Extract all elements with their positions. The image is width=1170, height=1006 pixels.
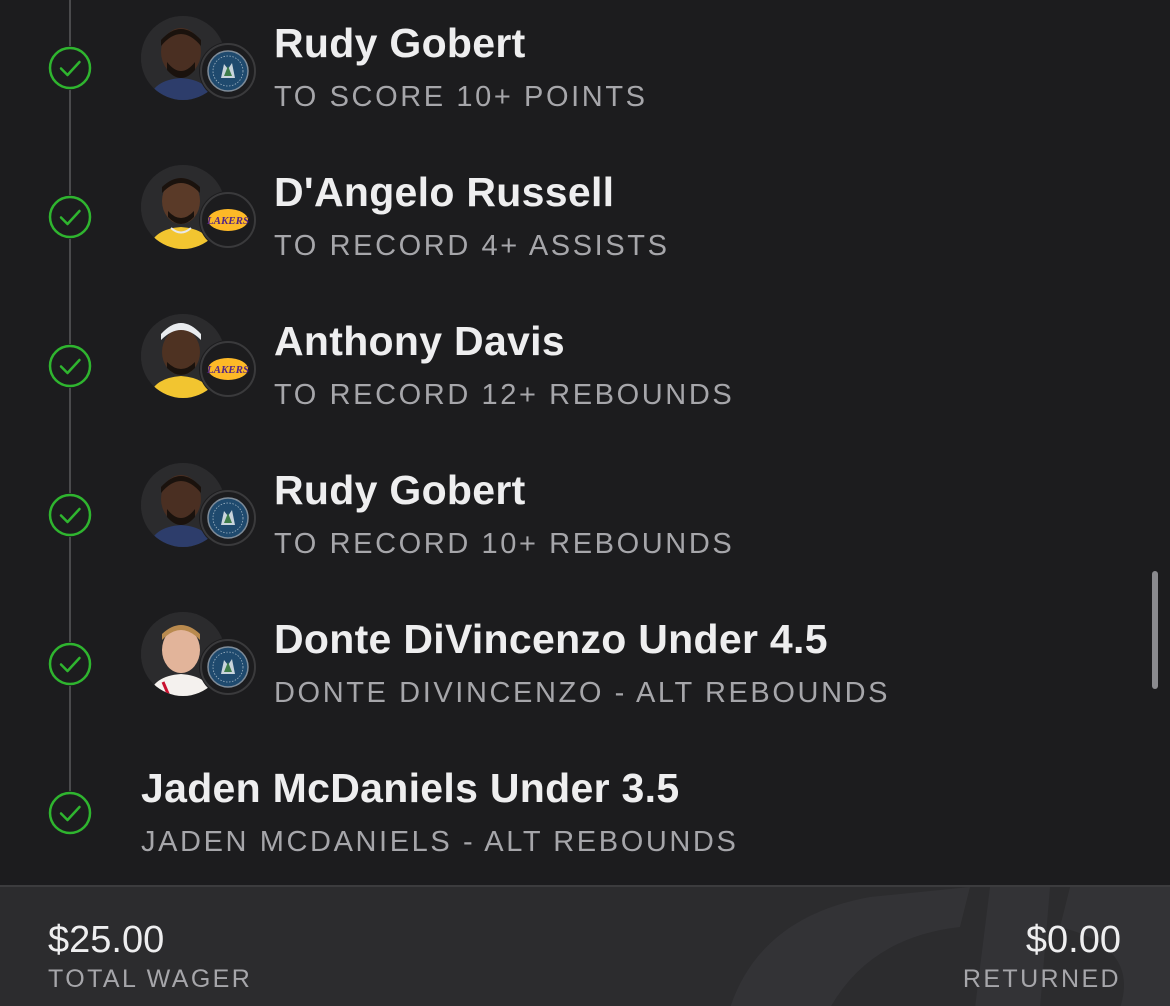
check-circle-icon bbox=[48, 344, 92, 388]
returned-label: RETURNED bbox=[962, 965, 1121, 993]
leg-subtitle: TO SCORE 10+ POINTS bbox=[274, 81, 648, 113]
parlay-leg[interactable]: Rudy Gobert TO RECORD 10+ REBOUNDS bbox=[0, 447, 1140, 587]
parlay-leg[interactable]: Rudy Gobert TO SCORE 10+ POINTS bbox=[0, 0, 1140, 140]
total-wager-label: TOTAL WAGER bbox=[48, 965, 253, 993]
bet-summary-footer: $25.00 TOTAL WAGER $0.00 RETURNED bbox=[0, 885, 1170, 1006]
leg-title: Rudy Gobert bbox=[274, 467, 526, 513]
leg-subtitle: TO RECORD 12+ REBOUNDS bbox=[274, 379, 735, 411]
timberwolves-logo-icon bbox=[199, 638, 257, 696]
timberwolves-logo-icon bbox=[199, 42, 257, 100]
leg-title: Donte DiVincenzo Under 4.5 bbox=[274, 616, 828, 662]
leg-title: Rudy Gobert bbox=[274, 20, 526, 66]
timberwolves-logo-icon bbox=[199, 489, 257, 547]
svg-text:LAKERS: LAKERS bbox=[206, 215, 249, 227]
leg-subtitle: JADEN MCDANIELS - ALT REBOUNDS bbox=[141, 826, 739, 858]
parlay-leg[interactable]: LAKERS Anthony Davis TO RECORD 12+ REBOU… bbox=[0, 298, 1140, 438]
parlay-leg[interactable]: LAKERS D'Angelo Russell TO RECORD 4+ ASS… bbox=[0, 149, 1140, 289]
leg-subtitle: TO RECORD 4+ ASSISTS bbox=[274, 230, 670, 262]
lakers-logo-icon: LAKERS bbox=[199, 340, 257, 398]
scrollbar-thumb[interactable] bbox=[1152, 571, 1158, 689]
check-circle-icon bbox=[48, 493, 92, 537]
check-circle-icon bbox=[48, 46, 92, 90]
bet-slip-screen: Rudy Gobert TO SCORE 10+ POINTS LAKERS D… bbox=[0, 0, 1170, 1006]
leg-subtitle: DONTE DIVINCENZO - ALT REBOUNDS bbox=[274, 677, 891, 709]
check-circle-icon bbox=[48, 195, 92, 239]
lakers-logo-icon: LAKERS bbox=[199, 191, 257, 249]
leg-title: Anthony Davis bbox=[274, 318, 565, 364]
leg-title: D'Angelo Russell bbox=[274, 169, 615, 215]
parlay-leg[interactable]: Donte DiVincenzo Under 4.5 DONTE DIVINCE… bbox=[0, 596, 1140, 736]
returned-amount: $0.00 bbox=[1025, 919, 1121, 961]
check-circle-icon bbox=[48, 791, 92, 835]
svg-text:LAKERS: LAKERS bbox=[206, 364, 249, 376]
check-circle-icon bbox=[48, 642, 92, 686]
leg-subtitle: TO RECORD 10+ REBOUNDS bbox=[274, 528, 735, 560]
leg-title: Jaden McDaniels Under 3.5 bbox=[141, 765, 680, 811]
total-wager-amount: $25.00 bbox=[48, 919, 165, 961]
parlay-leg[interactable]: Jaden McDaniels Under 3.5 JADEN MCDANIEL… bbox=[0, 745, 1140, 885]
